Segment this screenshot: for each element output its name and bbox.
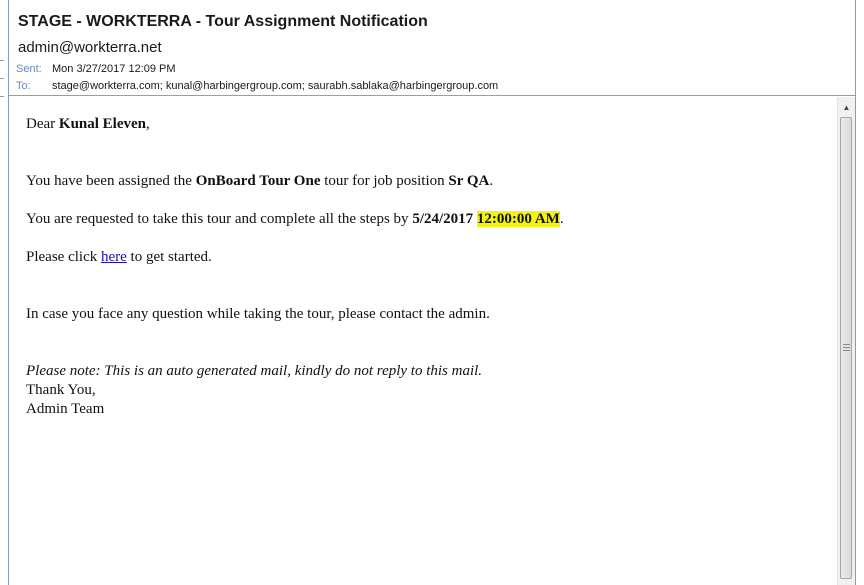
email-subject: STAGE - WORKTERRA - Tour Assignment Noti… <box>18 13 428 30</box>
greeting-suffix: , <box>146 116 150 132</box>
job-position: Sr QA <box>448 173 490 189</box>
vertical-scrollbar[interactable]: ▲ <box>837 97 855 585</box>
request-suffix: . <box>559 211 564 227</box>
sent-row: Sent: Mon 3/27/2017 12:09 PM <box>16 63 176 75</box>
to-label: To: <box>16 80 31 92</box>
recipient-name: Kunal Eleven <box>58 116 147 132</box>
greeting-line: Dear Kunal Eleven, <box>26 115 150 134</box>
greeting-prefix: Dear <box>26 116 59 132</box>
assign-suffix: . <box>489 173 494 189</box>
assign-mid: tour for job position <box>320 173 449 189</box>
sent-value: Mon 3/27/2017 12:09 PM <box>52 63 176 75</box>
due-time-highlighted: 12:00:00 AM <box>476 211 560 227</box>
grip-icon <box>843 344 850 351</box>
scrollbar-thumb[interactable] <box>840 117 852 579</box>
due-date: 5/24/2017 <box>412 211 474 227</box>
here-link[interactable]: here <box>101 249 127 265</box>
request-prefix: You are requested to take this tour and … <box>26 211 413 227</box>
tour-name: OnBoard Tour One <box>195 173 321 189</box>
assign-prefix: You have been assigned the <box>26 173 196 189</box>
deadline-line: You are requested to take this tour and … <box>26 210 564 229</box>
to-recipients[interactable]: stage@workterra.com; kunal@harbingergrou… <box>52 80 498 92</box>
auto-note-line: Please note: This is an auto generated m… <box>26 363 483 379</box>
left-edge-marks <box>0 38 6 118</box>
click-prefix: Please click <box>26 249 101 265</box>
to-row: To: stage@workterra.com; kunal@harbingerg… <box>16 80 498 92</box>
email-sender[interactable]: admin@workterra.net <box>18 39 162 56</box>
click-line: Please click here to get started. <box>26 248 212 267</box>
email-body: Dear Kunal Eleven, You have been assigne… <box>9 97 837 585</box>
question-line: In case you face any question while taki… <box>26 306 490 322</box>
assignment-line: You have been assigned the OnBoard Tour … <box>26 172 493 191</box>
triangle-up-icon[interactable]: ▲ <box>838 99 855 116</box>
thanks-line: Thank You, <box>26 382 96 398</box>
signature-line: Admin Team <box>26 401 105 417</box>
email-header: STAGE - WORKTERRA - Tour Assignment Noti… <box>9 0 855 96</box>
click-suffix: to get started. <box>126 249 212 265</box>
sent-label: Sent: <box>16 63 42 75</box>
